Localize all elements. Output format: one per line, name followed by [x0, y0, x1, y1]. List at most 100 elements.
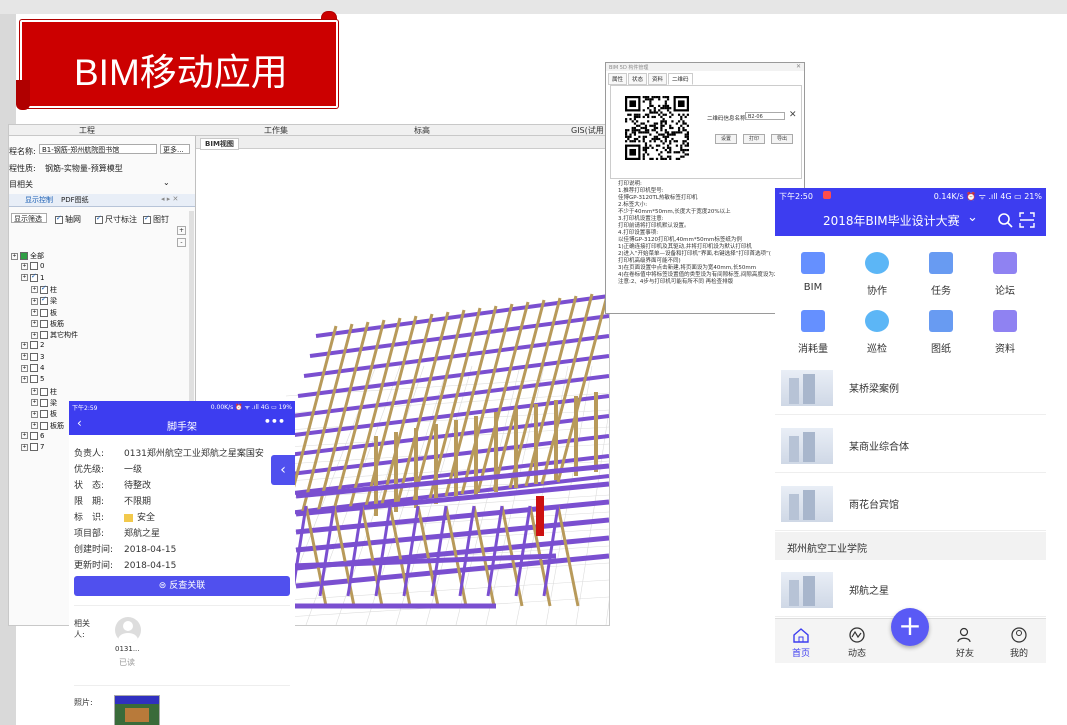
tree-expand-icon[interactable]: +: [21, 341, 28, 349]
tree-expand-icon[interactable]: +: [31, 309, 38, 316]
tree-checkbox[interactable]: [30, 272, 38, 282]
search-icon[interactable]: [997, 212, 1013, 228]
add-button[interactable]: +: [891, 608, 929, 646]
display-filter-button[interactable]: 显示筛选: [11, 213, 47, 223]
tree-node[interactable]: + 板: [31, 308, 57, 318]
tab-friends[interactable]: 好友: [945, 627, 985, 659]
grid-item-cooperation[interactable]: 协作: [847, 252, 907, 297]
dimension-option[interactable]: 尺寸标注: [95, 214, 137, 225]
tree-node[interactable]: +5: [21, 375, 44, 384]
tree-checkbox[interactable]: [30, 443, 38, 452]
tree-checkbox[interactable]: [30, 364, 38, 372]
scan-icon[interactable]: [1019, 212, 1035, 228]
grid-item-forum[interactable]: 论坛: [975, 252, 1035, 297]
side-collapse-button[interactable]: ‹: [271, 455, 295, 485]
grid-item-consumption[interactable]: 消耗量: [783, 310, 843, 355]
tree-node[interactable]: +3: [21, 352, 44, 361]
tree-node[interactable]: + 其它构件: [31, 330, 78, 340]
drawing-option[interactable]: 图钉: [143, 214, 169, 225]
tree-expand-icon[interactable]: +: [31, 331, 38, 339]
drawing-checkbox[interactable]: [143, 214, 151, 224]
tree-node[interactable]: +柱: [31, 284, 57, 295]
tree-expand-icon[interactable]: +: [21, 443, 28, 451]
reverse-lookup-button[interactable]: ⊜ 反查关联: [74, 576, 290, 596]
tree-node[interactable]: +0: [21, 262, 44, 271]
menu-workset[interactable]: 工作集: [264, 125, 288, 136]
qr-window-close-icon[interactable]: ✕: [796, 63, 801, 70]
tree-checkbox[interactable]: [40, 398, 48, 407]
qr-print-button[interactable]: 打印: [743, 134, 765, 144]
tree-expand-icon[interactable]: +: [31, 399, 38, 407]
tree-expand-icon[interactable]: +: [21, 274, 28, 282]
project-name-select[interactable]: B1-钢筋-郑州航院图书馆: [39, 144, 157, 154]
qr-tab-qrcode[interactable]: 二维码: [668, 73, 693, 85]
tree-node[interactable]: + 板筋: [31, 319, 64, 329]
project-item-commercial[interactable]: 某商业综合体: [775, 420, 1046, 473]
grid-item-inspection[interactable]: 巡检: [847, 310, 907, 355]
grid-item-building[interactable]: BIM: [783, 252, 843, 293]
tree-node[interactable]: +柱: [31, 387, 57, 397]
menu-level[interactable]: 标高: [414, 125, 430, 136]
tree-node[interactable]: +2: [21, 341, 44, 350]
more-icon[interactable]: •••: [264, 415, 285, 428]
tree-expand-icon[interactable]: +: [31, 388, 38, 396]
tree-expand-icon[interactable]: +: [31, 422, 38, 429]
tree-node[interactable]: +梁: [31, 398, 57, 408]
qr-clear-icon[interactable]: ✕: [789, 110, 797, 120]
tree-expand-icon[interactable]: +: [11, 252, 18, 260]
tree-checkbox[interactable]: [40, 295, 48, 306]
tree-expand-icon[interactable]: +: [21, 375, 28, 383]
menu-project[interactable]: 工程: [79, 125, 95, 136]
qr-settings-button[interactable]: 设置: [715, 134, 737, 144]
tree-node[interactable]: + 板筋: [31, 421, 64, 431]
grid-item-drawing[interactable]: 图纸: [911, 310, 971, 355]
more-button[interactable]: 更多...: [160, 144, 190, 154]
tree-expand-icon[interactable]: +: [31, 320, 38, 328]
app-title[interactable]: 2018年BIM毕业设计大赛: [823, 212, 960, 229]
axis-checkbox[interactable]: [55, 214, 63, 224]
chevron-down-icon[interactable]: ⌄: [967, 210, 978, 225]
tree-checkbox[interactable]: [40, 410, 48, 419]
tree-node[interactable]: + 全部: [11, 251, 44, 261]
tree-checkbox[interactable]: [40, 331, 48, 340]
tree-checkbox[interactable]: [40, 421, 48, 430]
tree-node[interactable]: +7: [21, 443, 44, 452]
tree-node[interactable]: +4: [21, 364, 44, 372]
tab-feed[interactable]: 动态: [837, 627, 877, 659]
tree-expand-icon[interactable]: +: [21, 262, 28, 270]
photo-thumbnail[interactable]: [114, 695, 160, 725]
avatar[interactable]: [115, 617, 141, 643]
tree-node[interactable]: +6: [21, 431, 44, 440]
tree-scrollbar[interactable]: [189, 211, 194, 411]
tree-checkbox[interactable]: [30, 431, 38, 440]
tree-expand-icon[interactable]: +: [21, 432, 28, 440]
tab-pdf-drawing[interactable]: PDF图纸: [61, 195, 89, 205]
tree-expand-icon[interactable]: +: [31, 286, 38, 294]
tab-nav-arrows-icon[interactable]: ◂ ▸ ✕: [161, 195, 178, 203]
tree-checkbox[interactable]: [40, 284, 48, 294]
axis-option[interactable]: 轴网: [55, 214, 81, 225]
tab-home[interactable]: 首页: [781, 627, 821, 659]
tree-node[interactable]: +梁: [31, 295, 57, 306]
qr-tab-status[interactable]: 状态: [628, 73, 648, 85]
tree-checkbox[interactable]: [40, 308, 48, 317]
collapse-chevron-icon[interactable]: ⌄: [163, 178, 170, 187]
project-item-bridge[interactable]: 某桥梁案例: [775, 362, 1046, 415]
qr-name-input[interactable]: B2-06: [745, 112, 785, 120]
collapse-minus-icon[interactable]: -: [177, 238, 186, 247]
qr-tab-materials[interactable]: 资料: [648, 73, 668, 85]
dimension-checkbox[interactable]: [95, 214, 103, 224]
tree-node[interactable]: + 板: [31, 409, 57, 419]
tree-expand-icon[interactable]: +: [31, 410, 38, 418]
qr-export-button[interactable]: 导出: [771, 134, 793, 144]
tab-mine[interactable]: 我的: [999, 627, 1039, 659]
tree-checkbox[interactable]: [30, 375, 38, 384]
tree-expand-icon[interactable]: +: [31, 297, 38, 305]
grid-item-document[interactable]: 资料: [975, 310, 1035, 355]
expand-plus-icon[interactable]: +: [177, 226, 186, 235]
project-item-hotel[interactable]: 雨花台宾馆: [775, 478, 1046, 531]
tree-checkbox[interactable]: [20, 252, 28, 260]
tree-node[interactable]: +1: [21, 272, 44, 282]
tree-expand-icon[interactable]: +: [21, 364, 28, 372]
grid-item-task[interactable]: 任务: [911, 252, 971, 297]
